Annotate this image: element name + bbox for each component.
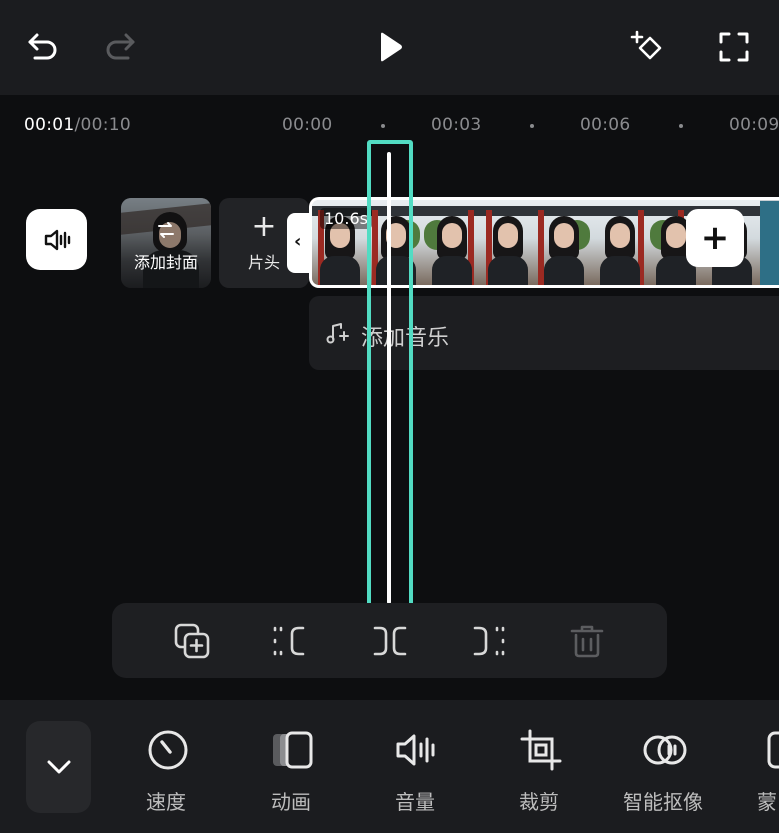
split-icon	[373, 626, 407, 656]
plus-icon: +	[700, 218, 730, 258]
current-time-display: 00:01/00:10	[24, 115, 131, 135]
split-right-icon	[473, 626, 505, 656]
add-cover-button[interactable]: 添加封面	[121, 198, 211, 288]
tab-volume-label: 音量	[395, 790, 435, 814]
crop-icon	[520, 729, 562, 771]
ruler-dot	[381, 124, 385, 128]
add-keyframe-button[interactable]	[623, 24, 669, 70]
split-right-button[interactable]	[469, 622, 507, 660]
undo-icon	[28, 33, 57, 60]
volume-icon	[396, 734, 435, 766]
fullscreen-icon	[719, 32, 749, 62]
chevron-down-icon	[47, 760, 70, 774]
total-time: /00:10	[74, 115, 132, 135]
split-left-icon	[273, 626, 305, 656]
tab-speed-label: 速度	[146, 790, 186, 814]
tab-animation[interactable]: 动画	[236, 728, 346, 818]
add-cover-label: 添加封面	[133, 253, 198, 272]
bottom-toolbar: 速度 动画 音量 裁剪 智能抠像 蒙	[0, 700, 779, 833]
top-toolbar	[0, 0, 779, 95]
tab-crop[interactable]: 裁剪	[484, 728, 594, 818]
tab-smart-cutout-label: 智能抠像	[623, 790, 703, 814]
ruler-tick: 00:03	[431, 115, 482, 135]
play-icon	[381, 32, 402, 62]
tab-speed[interactable]: 速度	[111, 728, 221, 818]
next-clip-edge[interactable]	[760, 201, 779, 285]
play-button[interactable]	[366, 24, 412, 70]
tab-mask-label: 蒙	[757, 790, 777, 814]
original-audio-toggle[interactable]	[26, 209, 87, 270]
undo-button[interactable]	[20, 24, 66, 70]
clip-trim-handle-left[interactable]: ‹	[287, 213, 311, 273]
cover-overlay	[121, 198, 211, 288]
copy-icon	[174, 623, 210, 659]
mask-icon	[767, 731, 779, 769]
music-note-add-icon	[326, 323, 349, 344]
ruler-dot	[530, 124, 534, 128]
add-keyframe-icon	[630, 30, 662, 60]
animation-icon	[273, 731, 313, 769]
copy-button[interactable]	[173, 622, 211, 660]
add-clip-button[interactable]: +	[686, 209, 744, 267]
tab-crop-label: 裁剪	[519, 790, 559, 814]
delete-button[interactable]	[568, 622, 606, 660]
speed-icon	[148, 730, 188, 770]
delete-icon	[570, 625, 604, 658]
ruler-tick: 00:09	[729, 115, 779, 135]
ruler-dot	[679, 124, 683, 128]
collapse-button[interactable]	[26, 721, 91, 813]
tab-mask[interactable]: 蒙	[732, 728, 779, 818]
playhead[interactable]	[387, 152, 391, 604]
clip-frame	[424, 200, 480, 285]
redo-icon	[106, 33, 135, 60]
tab-animation-label: 动画	[271, 790, 311, 814]
ruler-tick: 00:00	[282, 115, 333, 135]
tab-smart-cutout[interactable]: 智能抠像	[608, 728, 718, 818]
ruler-tick: 00:06	[580, 115, 631, 135]
split-button[interactable]	[371, 622, 409, 660]
split-left-button[interactable]	[271, 622, 309, 660]
clip-edit-toolbar	[112, 603, 667, 678]
clip-frame	[592, 200, 648, 285]
clip-frame	[536, 200, 592, 285]
smart-cutout-icon	[643, 735, 687, 765]
redo-button[interactable]	[97, 24, 143, 70]
clip-duration: 10.6s	[320, 208, 372, 229]
swap-icon	[158, 222, 174, 238]
fullscreen-button[interactable]	[711, 24, 757, 70]
current-time: 00:01	[24, 115, 75, 135]
tab-volume[interactable]: 音量	[360, 728, 470, 818]
speaker-icon	[44, 229, 70, 250]
chevron-left-icon: ‹	[294, 231, 302, 252]
clip-frame	[480, 200, 536, 285]
